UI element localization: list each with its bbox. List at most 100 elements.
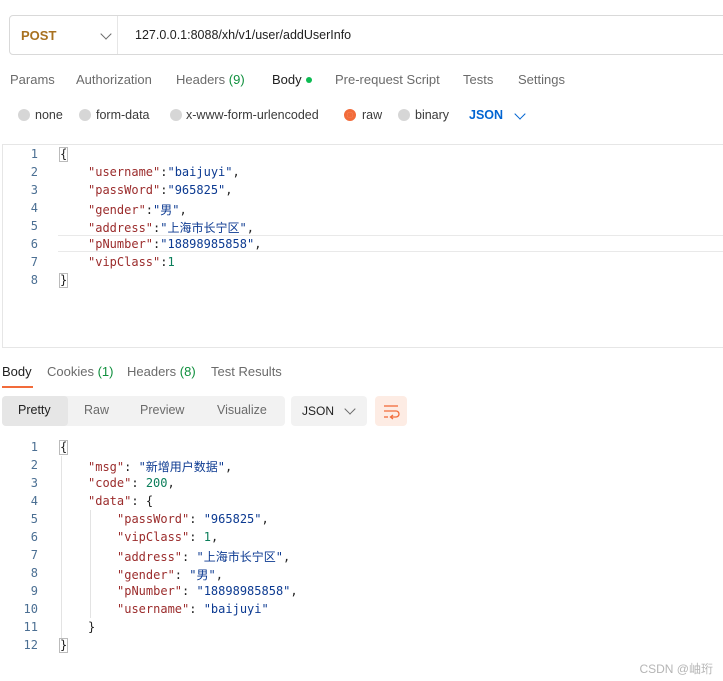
watermark: CSDN @岫珩 bbox=[639, 662, 713, 676]
radio-none[interactable] bbox=[18, 109, 30, 121]
json-key: "code" bbox=[88, 476, 132, 490]
response-tab-body[interactable]: Body bbox=[2, 364, 32, 379]
tab-label: Headers bbox=[176, 72, 226, 87]
json-key: "username" bbox=[117, 602, 190, 616]
line-number: 5 bbox=[30, 219, 38, 233]
url-input[interactable]: 127.0.0.1:8088/xh/v1/user/addUserInfo bbox=[135, 28, 351, 42]
view-raw-button[interactable]: Raw bbox=[84, 403, 109, 417]
tab-headers[interactable]: Headers (9) bbox=[176, 72, 245, 87]
code-line: "vipClass":1 bbox=[88, 255, 175, 269]
json-key: "pNumber" bbox=[117, 584, 183, 598]
url-bar: POST 127.0.0.1:8088/xh/v1/user/addUserIn… bbox=[9, 15, 723, 55]
radio-label-urlencoded[interactable]: x-www-form-urlencoded bbox=[186, 108, 319, 122]
code-line: "passWord":"965825", bbox=[88, 183, 233, 197]
radio-label-raw[interactable]: raw bbox=[362, 108, 382, 122]
tab-label: Authorization bbox=[76, 72, 152, 87]
code-line: "code": 200, bbox=[88, 476, 175, 490]
tab-count: (8) bbox=[179, 364, 196, 379]
json-value: 200 bbox=[145, 476, 168, 490]
response-tab-cookies[interactable]: Cookies (1) bbox=[47, 364, 113, 379]
view-pretty-button[interactable]: Pretty bbox=[18, 403, 51, 417]
line-number: 8 bbox=[30, 273, 38, 287]
language-select[interactable]: JSON bbox=[469, 108, 503, 122]
tab-count: (9) bbox=[228, 72, 245, 87]
tab-label: Settings bbox=[518, 72, 565, 87]
view-visualize-button[interactable]: Visualize bbox=[217, 403, 267, 417]
code-line: { bbox=[59, 440, 69, 455]
line-number: 1 bbox=[30, 440, 38, 454]
json-key: "data" bbox=[88, 494, 132, 508]
json-value: "baijuyi" bbox=[167, 165, 233, 179]
json-value: "965825" bbox=[167, 183, 226, 197]
radio-label-none[interactable]: none bbox=[35, 108, 63, 122]
json-value: "新增用户数据" bbox=[138, 460, 226, 474]
json-key: "msg" bbox=[88, 460, 125, 474]
json-key: "username" bbox=[88, 165, 161, 179]
radio-raw[interactable] bbox=[344, 109, 356, 121]
active-tab-indicator bbox=[2, 386, 33, 388]
code-line: "vipClass": 1, bbox=[117, 530, 219, 544]
wrap-lines-button[interactable] bbox=[375, 396, 407, 426]
method-label: POST bbox=[21, 28, 57, 43]
tab-params[interactable]: Params bbox=[10, 72, 55, 87]
format-label: JSON bbox=[302, 404, 335, 418]
brace: } bbox=[88, 620, 96, 634]
json-value: 1 bbox=[203, 530, 211, 544]
line-number: 12 bbox=[23, 638, 38, 652]
radio-form-data[interactable] bbox=[79, 109, 91, 121]
code-line: "msg": "新增用户数据", bbox=[88, 460, 233, 474]
tab-count: (1) bbox=[97, 364, 114, 379]
indent-guide bbox=[61, 456, 62, 638]
line-number: 7 bbox=[30, 548, 38, 562]
line-number: 8 bbox=[30, 566, 38, 580]
tab-authorization[interactable]: Authorization bbox=[76, 72, 152, 87]
tab-label: Pre-request Script bbox=[335, 72, 440, 87]
line-number: 3 bbox=[30, 476, 38, 490]
tab-label: Test Results bbox=[211, 364, 282, 379]
json-value: "18898985858" bbox=[160, 237, 255, 251]
json-key: "address" bbox=[117, 550, 183, 564]
tab-label: Cookies bbox=[47, 364, 94, 379]
response-format-select[interactable]: JSON bbox=[291, 396, 367, 426]
chevron-down-icon bbox=[344, 403, 356, 415]
wrap-lines-icon bbox=[384, 405, 400, 420]
json-key: "passWord" bbox=[88, 183, 161, 197]
radio-urlencoded[interactable] bbox=[170, 109, 182, 121]
json-value: "男" bbox=[189, 568, 216, 582]
radio-label-form-data[interactable]: form-data bbox=[96, 108, 150, 122]
code-line: "gender":"男", bbox=[88, 203, 187, 217]
code-line: } bbox=[59, 638, 69, 653]
tab-settings[interactable]: Settings bbox=[518, 72, 565, 87]
json-key: "address" bbox=[88, 221, 154, 235]
line-number: 6 bbox=[30, 237, 38, 251]
tab-pre-request-script[interactable]: Pre-request Script bbox=[335, 72, 440, 87]
tab-body[interactable]: Body bbox=[272, 72, 312, 87]
response-tab-headers[interactable]: Headers (8) bbox=[127, 364, 196, 379]
tab-label: Body bbox=[272, 72, 302, 87]
line-number: 7 bbox=[30, 255, 38, 269]
view-preview-button[interactable]: Preview bbox=[140, 403, 184, 417]
response-tab-test-results[interactable]: Test Results bbox=[211, 364, 282, 379]
line-number: 1 bbox=[30, 147, 38, 161]
brace: } bbox=[59, 638, 69, 653]
code-line: "gender": "男", bbox=[117, 568, 223, 582]
brace: } bbox=[59, 273, 69, 288]
method-select[interactable]: POST bbox=[10, 16, 118, 54]
json-key: "vipClass" bbox=[88, 255, 161, 269]
tab-label: Body bbox=[2, 364, 32, 379]
json-key: "pNumber" bbox=[88, 237, 154, 251]
json-key: "gender" bbox=[88, 203, 146, 217]
json-value: "男" bbox=[153, 203, 180, 217]
line-number: 4 bbox=[30, 201, 38, 215]
chevron-down-icon[interactable] bbox=[514, 108, 526, 120]
code-line: "address":"上海市长宁区", bbox=[88, 221, 254, 235]
line-number: 3 bbox=[30, 183, 38, 197]
tab-tests[interactable]: Tests bbox=[463, 72, 493, 87]
line-number: 2 bbox=[30, 165, 38, 179]
code-line: "username":"baijuyi", bbox=[88, 165, 240, 179]
code-line: "username": "baijuyi" bbox=[117, 602, 269, 616]
radio-binary[interactable] bbox=[398, 109, 410, 121]
line-number: 10 bbox=[23, 602, 38, 616]
tab-label: Tests bbox=[463, 72, 494, 87]
radio-label-binary[interactable]: binary bbox=[415, 108, 449, 122]
